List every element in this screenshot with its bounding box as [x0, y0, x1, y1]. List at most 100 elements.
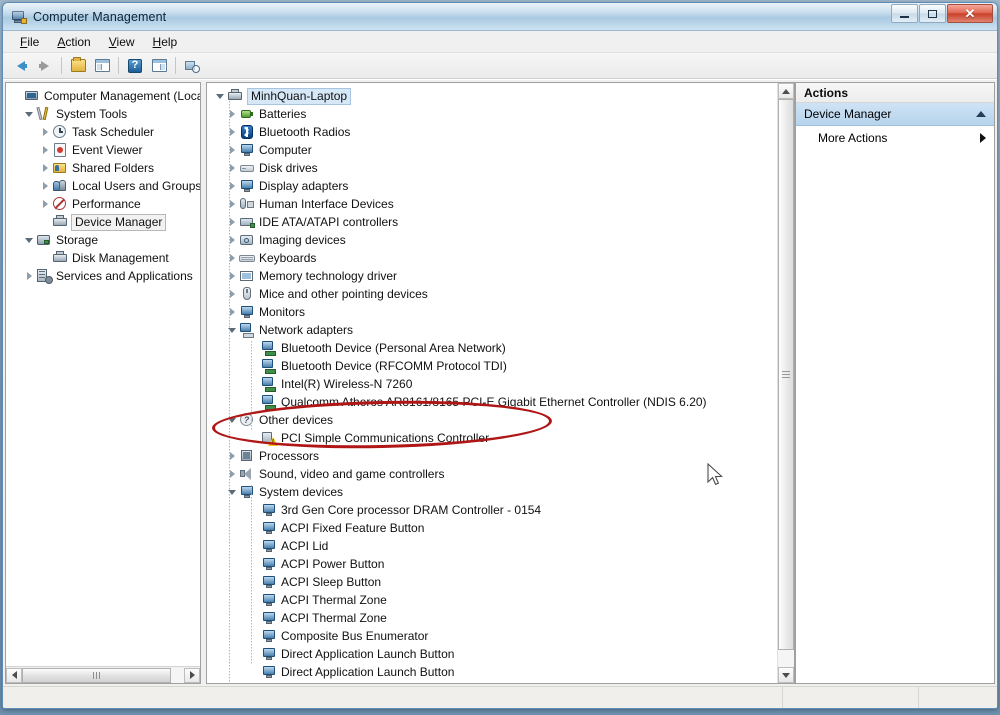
expand-triangle-icon[interactable]: [225, 236, 239, 244]
expand-triangle-icon[interactable]: [225, 200, 239, 208]
show-hide-tree-button[interactable]: [90, 55, 114, 77]
forward-button[interactable]: [33, 55, 57, 77]
expand-triangle-icon[interactable]: [225, 254, 239, 262]
console-tree-item-local-users-and-groups[interactable]: Local Users and Groups: [10, 177, 200, 195]
expand-triangle-icon[interactable]: [225, 272, 239, 280]
device-tree-item-disk-drives[interactable]: Disk drives: [211, 159, 777, 177]
device-tree-item-ide-ata-atapi-controllers[interactable]: IDE ATA/ATAPI controllers: [211, 213, 777, 231]
console-tree-item-disk-management[interactable]: Disk Management: [10, 249, 200, 267]
console-tree-root[interactable]: Computer Management (Local: [10, 87, 200, 105]
expand-triangle-icon[interactable]: [225, 290, 239, 298]
minimize-button[interactable]: [891, 4, 918, 23]
up-folder-button[interactable]: [66, 55, 90, 77]
console-tree-item-storage[interactable]: Storage: [10, 231, 200, 249]
device-tree-item-monitors[interactable]: Monitors: [211, 303, 777, 321]
expand-triangle-icon[interactable]: [22, 272, 36, 280]
expand-triangle-icon[interactable]: [225, 110, 239, 118]
device-tree-item-bluetooth-device-personal-area-network[interactable]: Bluetooth Device (Personal Area Network): [211, 339, 777, 357]
expand-triangle-icon[interactable]: [225, 146, 239, 154]
device-tree-item-acpi-thermal-zone[interactable]: ACPI Thermal Zone: [211, 609, 777, 627]
hscroll-left-button[interactable]: [6, 667, 22, 683]
device-tree-item-bluetooth-radios[interactable]: Bluetooth Radios: [211, 123, 777, 141]
scan-hardware-button[interactable]: [180, 55, 204, 77]
device-tree-item-sound-video-and-game-controllers[interactable]: Sound, video and game controllers: [211, 465, 777, 483]
collapse-triangle-icon[interactable]: [22, 111, 36, 117]
device-tree-item-processors[interactable]: Processors: [211, 447, 777, 465]
vscroll-thumb[interactable]: [778, 99, 794, 650]
menu-view[interactable]: View: [100, 32, 144, 52]
expand-triangle-icon[interactable]: [225, 308, 239, 316]
device-tree-item-network-adapters[interactable]: Network adapters: [211, 321, 777, 339]
device-tree-item-acpi-sleep-button[interactable]: ACPI Sleep Button: [211, 573, 777, 591]
device-tree-item-composite-bus-enumerator[interactable]: Composite Bus Enumerator: [211, 627, 777, 645]
action-more-actions[interactable]: More Actions: [796, 126, 994, 149]
expand-triangle-icon[interactable]: [38, 164, 52, 172]
device-tree-item-pci-simple-communications-controller[interactable]: ! PCI Simple Communications Controller: [211, 429, 777, 447]
collapse-triangle-icon[interactable]: [225, 489, 239, 495]
console-tree-item-task-scheduler[interactable]: Task Scheduler: [10, 123, 200, 141]
device-tree-item-keyboards[interactable]: Keyboards: [211, 249, 777, 267]
expand-triangle-icon[interactable]: [225, 128, 239, 136]
console-tree-item-device-manager[interactable]: Device Manager: [10, 213, 200, 231]
hscroll-thumb[interactable]: [22, 667, 172, 683]
close-button[interactable]: ✕: [947, 4, 993, 23]
back-button[interactable]: [9, 55, 33, 77]
device-tree-item-direct-application-launch-button[interactable]: Direct Application Launch Button: [211, 663, 777, 681]
expand-triangle-icon[interactable]: [225, 218, 239, 226]
device-tree-item-other-devices[interactable]: ? Other devices: [211, 411, 777, 429]
device-tree-item-mice-and-other-pointing-devices[interactable]: Mice and other pointing devices: [211, 285, 777, 303]
device-tree-item-acpi-thermal-zone[interactable]: ACPI Thermal Zone: [211, 591, 777, 609]
collapse-triangle-icon[interactable]: [213, 93, 227, 99]
menu-file[interactable]: File: [11, 32, 48, 52]
device-tree-item-acpi-fixed-feature-button[interactable]: ACPI Fixed Feature Button: [211, 519, 777, 537]
console-tree-item-shared-folders[interactable]: Shared Folders: [10, 159, 200, 177]
show-action-pane-button[interactable]: [147, 55, 171, 77]
tree-item-label: Other devices: [259, 413, 334, 427]
expand-triangle-icon[interactable]: [225, 470, 239, 478]
hscroll-track[interactable]: [22, 667, 184, 683]
collapse-triangle-icon[interactable]: [225, 327, 239, 333]
device-tree-item-direct-application-launch-button[interactable]: Direct Application Launch Button: [211, 645, 777, 663]
maximize-button[interactable]: [919, 4, 946, 23]
device-tree-item-imaging-devices[interactable]: Imaging devices: [211, 231, 777, 249]
title-bar[interactable]: Computer Management ✕: [3, 3, 997, 31]
device-tree-item-acpi-power-button[interactable]: ACPI Power Button: [211, 555, 777, 573]
expand-triangle-icon[interactable]: [225, 182, 239, 190]
menu-action[interactable]: Action: [48, 32, 99, 52]
device-tree-vscrollbar[interactable]: [777, 83, 794, 683]
vscroll-track[interactable]: [778, 99, 794, 667]
device-tree-item-bluetooth-device-rfcomm-protocol-tdi[interactable]: Bluetooth Device (RFCOMM Protocol TDI): [211, 357, 777, 375]
console-tree-item-services-and-applications[interactable]: Services and Applications: [10, 267, 200, 285]
device-tree-item-computer[interactable]: Computer: [211, 141, 777, 159]
help-button[interactable]: ?: [123, 55, 147, 77]
console-tree-hscrollbar[interactable]: [6, 666, 200, 683]
device-tree[interactable]: MinhQuan-Laptop Batteries Bluetooth Radios…: [207, 83, 777, 683]
expand-triangle-icon[interactable]: [225, 164, 239, 172]
console-tree-item-performance[interactable]: Performance: [10, 195, 200, 213]
expand-triangle-icon[interactable]: [38, 200, 52, 208]
device-tree-item-display-adapters[interactable]: Display adapters: [211, 177, 777, 195]
expand-triangle-icon[interactable]: [38, 182, 52, 190]
device-tree-item-3rd-gen-core-processor-dram-controller-0154[interactable]: 3rd Gen Core processor DRAM Controller -…: [211, 501, 777, 519]
vscroll-down-button[interactable]: [778, 667, 794, 683]
menu-help[interactable]: Help: [144, 32, 187, 52]
collapse-triangle-icon[interactable]: [225, 417, 239, 423]
device-tree-item-memory-technology-driver[interactable]: Memory technology driver: [211, 267, 777, 285]
console-tree-item-system-tools[interactable]: System Tools: [10, 105, 200, 123]
collapse-triangle-icon[interactable]: [22, 237, 36, 243]
expand-triangle-icon[interactable]: [225, 452, 239, 460]
device-tree-item-acpi-lid[interactable]: ACPI Lid: [211, 537, 777, 555]
expand-triangle-icon[interactable]: [38, 128, 52, 136]
device-tree-item-batteries[interactable]: Batteries: [211, 105, 777, 123]
device-tree-item-system-devices[interactable]: System devices: [211, 483, 777, 501]
device-tree-item-intel-r-wireless-n-7260[interactable]: Intel(R) Wireless-N 7260: [211, 375, 777, 393]
actions-group-device-manager[interactable]: Device Manager: [796, 103, 994, 126]
hscroll-right-button[interactable]: [184, 667, 200, 683]
expand-triangle-icon[interactable]: [38, 146, 52, 154]
device-tree-item-human-interface-devices[interactable]: Human Interface Devices: [211, 195, 777, 213]
device-tree-root[interactable]: MinhQuan-Laptop: [211, 87, 777, 105]
console-tree[interactable]: Computer Management (Local System Tools Ta…: [6, 83, 200, 666]
device-tree-item-qualcomm-atheros-ar8161-8165-pci-e-gigabit-ether[interactable]: Qualcomm Atheros AR8161/8165 PCI-E Gigab…: [211, 393, 777, 411]
vscroll-up-button[interactable]: [778, 83, 794, 99]
console-tree-item-event-viewer[interactable]: Event Viewer: [10, 141, 200, 159]
